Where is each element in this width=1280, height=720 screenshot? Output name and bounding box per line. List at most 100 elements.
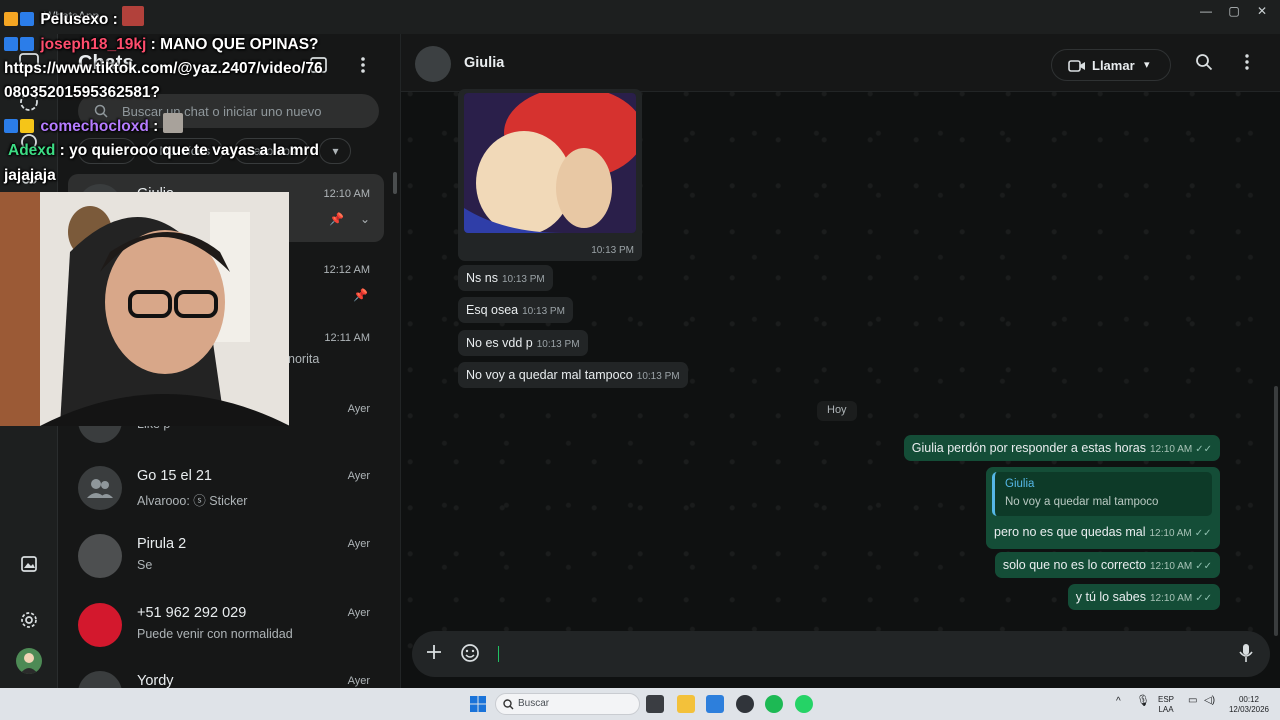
file-explorer-icon[interactable]	[677, 695, 695, 713]
clock[interactable]: 00:12 12/03/2026	[1224, 695, 1274, 715]
stream-chat-line: joseph18_19kj : MANO QUE OPINAS?	[4, 36, 319, 54]
incoming-message[interactable]: Esq osea 10:13 PM	[458, 297, 573, 323]
menu-icon[interactable]	[352, 54, 376, 78]
chat-list-item[interactable]: Go 15 el 21 Alvarooo: ⓢ Sticker Ayer	[58, 456, 400, 524]
windows-taskbar: Buscar ^ 🎙 ESP LAA ▭ ◁) 00:12 12/03/2026	[0, 688, 1280, 720]
tray-chevron-icon[interactable]: ^	[1116, 697, 1121, 707]
message-time: 12:10 AM	[1149, 561, 1193, 572]
quoted-message[interactable]: Giulia No voy a quedar mal tampoco	[992, 472, 1212, 516]
spotify-icon[interactable]	[765, 695, 783, 713]
profile-avatar[interactable]	[16, 648, 42, 674]
media-icon[interactable]	[17, 552, 41, 576]
image-message[interactable]: 10:13 PM	[458, 89, 642, 261]
chat-preview: Se	[137, 558, 153, 572]
badge-icon	[4, 119, 18, 133]
incoming-message[interactable]: Ns ns 10:13 PM	[458, 265, 553, 291]
stream-chat-line: comechocloxd :	[4, 113, 185, 136]
read-receipt-icon: ✓✓	[1194, 528, 1212, 539]
call-label: Llamar	[1092, 58, 1135, 73]
badge-icon	[20, 37, 34, 51]
obs-icon[interactable]	[736, 695, 754, 713]
outgoing-message[interactable]: solo que no es lo correcto 12:10 AM ✓✓	[994, 552, 1220, 578]
incoming-message[interactable]: No es vdd p 10:13 PM	[458, 330, 588, 356]
group-avatar	[78, 466, 122, 510]
chat-list-item[interactable]: Pirula 2 Se Ayer	[58, 524, 400, 592]
keyboard-layout: LAA	[1158, 705, 1174, 714]
minimize-button[interactable]: —	[1194, 4, 1218, 18]
chat-list-item[interactable]: +51 962 292 029 Puede venir con normalid…	[58, 593, 400, 661]
task-view-icon[interactable]	[646, 695, 664, 713]
chat-time: Ayer	[347, 470, 370, 482]
filter-more-chevron-icon[interactable]: ▾	[319, 138, 352, 164]
more-icon[interactable]	[1236, 53, 1258, 75]
chat-list-scrollbar[interactable]	[393, 172, 397, 194]
emote-icon	[122, 6, 145, 26]
badge-icon	[20, 12, 34, 26]
conversation-panel: Giulia Llamar ▾ 10:13 PM Ns ns 10:13 PM …	[400, 34, 1280, 688]
outgoing-message[interactable]: y tú lo sabes 12:10 AM ✓✓	[1067, 584, 1220, 610]
stream-chat-line: Pelusexo :	[4, 6, 146, 29]
chevron-down-icon[interactable]: ⌄	[360, 212, 370, 226]
start-icon[interactable]	[469, 695, 487, 713]
chat-name: Go 15 el 21	[137, 468, 212, 484]
network-icon[interactable]: ▭	[1188, 696, 1197, 706]
date-divider: Hoy	[817, 401, 857, 421]
whatsapp-window: WhatsApp — ▢ ✕ Chats Buscar un chat o in…	[0, 0, 1280, 720]
chat-preview: Puede venir con normalidad	[137, 627, 293, 641]
store-icon[interactable]	[706, 695, 724, 713]
chat-time: Ayer	[347, 607, 370, 619]
whatsapp-icon[interactable]	[795, 695, 813, 713]
volume-icon[interactable]: ◁)	[1204, 696, 1215, 706]
stream-chat-user: comechocloxd	[40, 118, 149, 135]
plus-icon[interactable]	[423, 643, 445, 665]
toad-image	[464, 93, 636, 233]
streamer-webcam	[0, 192, 289, 426]
message-text: Giulia perdón por responder a estas hora…	[911, 441, 1146, 455]
message-text: y tú lo sabes	[1075, 590, 1146, 604]
stream-chat-message: https://www.tiktok.com/@yaz.2407/video/7…	[4, 60, 323, 77]
chat-time: Ayer	[347, 675, 370, 687]
message-composer	[412, 631, 1270, 677]
video-call-icon	[1068, 60, 1085, 72]
title-bar: WhatsApp — ▢ ✕	[0, 0, 1280, 34]
chat-time: Ayer	[347, 403, 370, 415]
message-time: 12:10 AM	[1149, 593, 1193, 604]
message-text: No es vdd p	[466, 336, 533, 350]
search-icon[interactable]	[1193, 53, 1215, 75]
crown-icon	[20, 119, 34, 133]
outgoing-reply-message[interactable]: Giulia No voy a quedar mal tampoco pero …	[986, 467, 1220, 549]
badge-icon	[4, 12, 18, 26]
clock-time: 00:12	[1238, 695, 1260, 704]
maximize-button[interactable]: ▢	[1222, 4, 1246, 18]
stream-chat-line: jajajaja	[4, 167, 56, 185]
message-input[interactable]	[498, 646, 499, 662]
message-time: 10:13 PM	[522, 306, 565, 317]
close-button[interactable]: ✕	[1250, 4, 1274, 18]
message-time: 10:13 PM	[536, 339, 580, 350]
language-indicator[interactable]: ESP LAA	[1158, 695, 1174, 715]
settings-icon[interactable]	[17, 608, 41, 632]
outgoing-message[interactable]: Giulia perdón por responder a estas hora…	[903, 435, 1220, 461]
message-text: solo que no es lo correcto	[1002, 558, 1146, 572]
sticker-icon[interactable]	[459, 643, 481, 665]
incoming-message[interactable]: No voy a quedar mal tampoco 10:13 PM	[458, 362, 688, 388]
contact-avatar	[78, 671, 122, 688]
stream-chat-line: 08035201595362581?	[4, 84, 160, 102]
mic-tray-icon[interactable]: 🎙	[1136, 696, 1150, 707]
webcam-overlay	[0, 192, 289, 426]
stream-chat-message: MANO QUE OPINAS?	[160, 36, 319, 53]
quoted-author: Giulia	[1005, 478, 1035, 490]
read-receipt-icon: ✓✓	[1195, 593, 1212, 604]
group-icon	[87, 479, 113, 498]
taskbar-search[interactable]: Buscar	[495, 693, 640, 715]
chat-name: Pirula 2	[137, 536, 187, 552]
chat-time: 12:12 AM	[323, 264, 370, 276]
chat-list-item[interactable]: Yordy Ayer	[58, 661, 400, 688]
chat-time: 12:11 AM	[324, 332, 370, 344]
badge-icon	[4, 37, 18, 51]
mic-icon[interactable]	[1235, 643, 1257, 665]
call-button[interactable]: Llamar ▾	[1051, 49, 1171, 81]
conversation-scrollbar[interactable]	[1274, 386, 1278, 636]
contact-name[interactable]: Giulia	[464, 55, 504, 71]
contact-avatar[interactable]	[415, 46, 451, 82]
